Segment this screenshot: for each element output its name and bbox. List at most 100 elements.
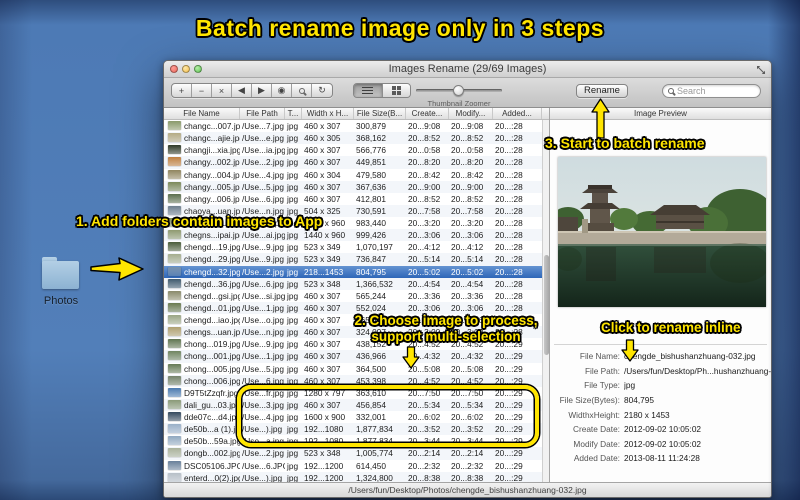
- cell-file-size: 367,636: [356, 181, 386, 192]
- next-button[interactable]: ▶: [252, 84, 272, 97]
- cell-create-date: 20...3:20: [408, 218, 441, 229]
- add-button[interactable]: +: [172, 84, 192, 97]
- column-header-5[interactable]: File Size(B...: [354, 108, 406, 119]
- table-row[interactable]: chengd...36.jpg/Use...6.jpg jpg 523 x 348 1…: [164, 277, 542, 290]
- cell-file-size: 566,776: [356, 145, 386, 156]
- arrow-up-icon: [591, 98, 610, 139]
- info-value[interactable]: chengde_bishushanzhuang-032.jpg: [624, 351, 755, 361]
- search-input[interactable]: [677, 86, 747, 96]
- cell-type: jpg: [287, 242, 299, 253]
- column-header-3[interactable]: T...: [285, 108, 302, 119]
- search-field[interactable]: [662, 84, 761, 98]
- cell-file-size: 479,580: [356, 169, 386, 180]
- file-thumbnail: [168, 472, 181, 482]
- column-header-8[interactable]: Added...: [493, 108, 542, 119]
- table-row[interactable]: chong...001.jpg/Use...1.jpg jpg 460 x 307 4…: [164, 350, 542, 363]
- cell-file-path: /Use...e.jpg: [242, 133, 284, 144]
- table-row[interactable]: changy...006.jpg/Use...6.jpg jpg 460 x 307…: [164, 193, 542, 205]
- info-value[interactable]: 2013-08-11 11:24:28: [624, 453, 700, 463]
- info-label: File Path:: [584, 365, 620, 376]
- table-row[interactable]: changc...ajie.jpg/Use...e.jpg jpg 460 x 30…: [164, 132, 542, 145]
- file-thumbnail: [168, 436, 181, 446]
- search-button[interactable]: [292, 84, 312, 97]
- preview-button[interactable]: ◉: [272, 84, 292, 97]
- photos-folder-icon[interactable]: [42, 255, 80, 293]
- table-row[interactable]: enterd...0(2).jpg/Use...).jpg jpg 192...12…: [164, 471, 542, 482]
- cell-file-name: chong...019.jpg: [164, 339, 240, 349]
- cell-dimensions: 460 x 304: [304, 169, 341, 180]
- list-view-button[interactable]: [354, 84, 382, 97]
- table-row[interactable]: changji...xia.jpg/Use...ia.jpg jpg 460 x 3…: [164, 144, 542, 156]
- fullscreen-icon[interactable]: [756, 65, 766, 75]
- column-header-4[interactable]: Width x H...: [302, 108, 354, 119]
- info-value[interactable]: 804,795: [624, 395, 654, 405]
- column-header-6[interactable]: Create...: [406, 108, 449, 119]
- cell-type: jpg: [287, 302, 299, 313]
- toolbar-button-group: + − × ◀ ▶ ◉ ↻: [171, 83, 333, 98]
- info-value[interactable]: 2012-09-02 10:05:02: [624, 424, 701, 434]
- file-thumbnail: [168, 339, 181, 349]
- cell-file-size: 449,851: [356, 157, 386, 168]
- cell-dimensions: 218...1453: [304, 266, 344, 277]
- info-value[interactable]: /Users/fun/Desktop/Ph...hushanzhuang-032…: [624, 366, 771, 376]
- table-row[interactable]: chengd...29.jpg/Use...9.jpg jpg 523 x 349 7…: [164, 253, 542, 266]
- file-thumbnail: [168, 363, 181, 373]
- cell-type: jpg: [287, 472, 299, 482]
- delete-button[interactable]: ×: [212, 84, 232, 97]
- file-thumbnail: [168, 424, 181, 434]
- cell-file-name: de50b...a (1).jpg: [164, 424, 240, 434]
- column-header-7[interactable]: Modify...: [449, 108, 493, 119]
- table-row[interactable]: changc...007.jpg/Use...7.jpg jpg 460 x 307…: [164, 120, 542, 132]
- cell-modify-date: 20...3:06: [451, 230, 484, 241]
- cell-file-name: chong...006.jpg: [164, 375, 240, 386]
- refresh-button[interactable]: ↻: [312, 84, 332, 97]
- vertical-scrollbar[interactable]: [542, 120, 549, 482]
- file-thumbnail: [168, 302, 181, 312]
- previous-button[interactable]: ◀: [232, 84, 252, 97]
- cell-modify-date: 20...8:38: [451, 472, 484, 482]
- thumbnail-zoomer-slider[interactable]: [416, 83, 502, 98]
- table-row[interactable]: DSC05106.JPG/Use...6.JPG jpg 192...1200 614…: [164, 460, 542, 472]
- file-info-row: File Type: jpg: [550, 378, 771, 393]
- table-row[interactable]: chegns...ipai.jpg/Use...ai.jpg jpg 1440 x …: [164, 229, 542, 242]
- grid-view-button[interactable]: [381, 84, 410, 97]
- cell-dimensions: 192...1200: [304, 460, 344, 471]
- table-row[interactable]: chengd...32.jpg/Use...2.jpg jpg 218...1453…: [164, 265, 542, 278]
- info-value[interactable]: 2012-09-02 10:05:02: [624, 439, 701, 449]
- cell-create-date: 20...3:06: [408, 302, 441, 313]
- table-row[interactable]: changy...002.jpg/Use...2.jpg jpg 460 x 307…: [164, 156, 542, 169]
- table-row[interactable]: chong...005.jpg/Use...5.jpg jpg 460 x 307 3…: [164, 363, 542, 375]
- cell-file-path: /Use...5.jpg: [242, 363, 284, 374]
- column-header-2[interactable]: File Path: [240, 108, 285, 119]
- window-titlebar[interactable]: Images Rename (29/69 Images): [164, 61, 771, 78]
- table-row[interactable]: chengd...19.jpg/Use...9.jpg jpg 523 x 349 1…: [164, 241, 542, 253]
- file-thumbnail: [168, 266, 181, 276]
- cell-dimensions: 460 x 307: [304, 351, 341, 362]
- cell-file-name: chengd...36.jpg: [164, 278, 240, 289]
- cell-file-size: 1,366,532: [356, 278, 393, 289]
- cell-create-date: 20...8:42: [408, 169, 441, 180]
- file-thumbnail: [168, 242, 181, 252]
- annotation-step2: 2. Choose image to process, support mult…: [330, 313, 562, 344]
- table-row[interactable]: dongb...002.jpg/Use...2.jpg jpg 523 x 348 1…: [164, 447, 542, 460]
- cell-dimensions: 1440 x 960: [304, 230, 346, 241]
- info-value[interactable]: jpg: [624, 380, 635, 390]
- table-row[interactable]: chengd...gsi.jpg/Use...si.jpg jpg 460 x 30…: [164, 290, 542, 302]
- slider-knob[interactable]: [453, 85, 464, 96]
- search-icon: [668, 88, 674, 94]
- cell-type: jpg: [287, 133, 299, 144]
- rename-button[interactable]: Rename: [576, 84, 628, 98]
- info-value[interactable]: 2180 x 1453: [624, 410, 670, 420]
- cell-file-path: /Use...o.jpg: [242, 315, 284, 326]
- table-column-header[interactable]: File Name File Path T... Width x H... File S…: [164, 108, 549, 120]
- cell-file-name: chengd...19.jpg: [164, 242, 240, 252]
- column-header-1[interactable]: File Name: [164, 108, 240, 119]
- file-info-row: File Size(Bytes): 804,795: [550, 393, 771, 408]
- remove-button[interactable]: −: [192, 84, 212, 97]
- file-thumbnail: [168, 278, 181, 288]
- info-label: File Size(Bytes):: [559, 395, 620, 406]
- cell-file-name: chengd...iao.jpg: [164, 315, 240, 325]
- table-row[interactable]: changy...004.jpg/Use...4.jpg jpg 460 x 304…: [164, 169, 542, 181]
- table-row[interactable]: changy...005.jpg/Use...5.jpg jpg 460 x 307…: [164, 180, 542, 193]
- cell-file-path: /Use...).jpg: [242, 472, 283, 482]
